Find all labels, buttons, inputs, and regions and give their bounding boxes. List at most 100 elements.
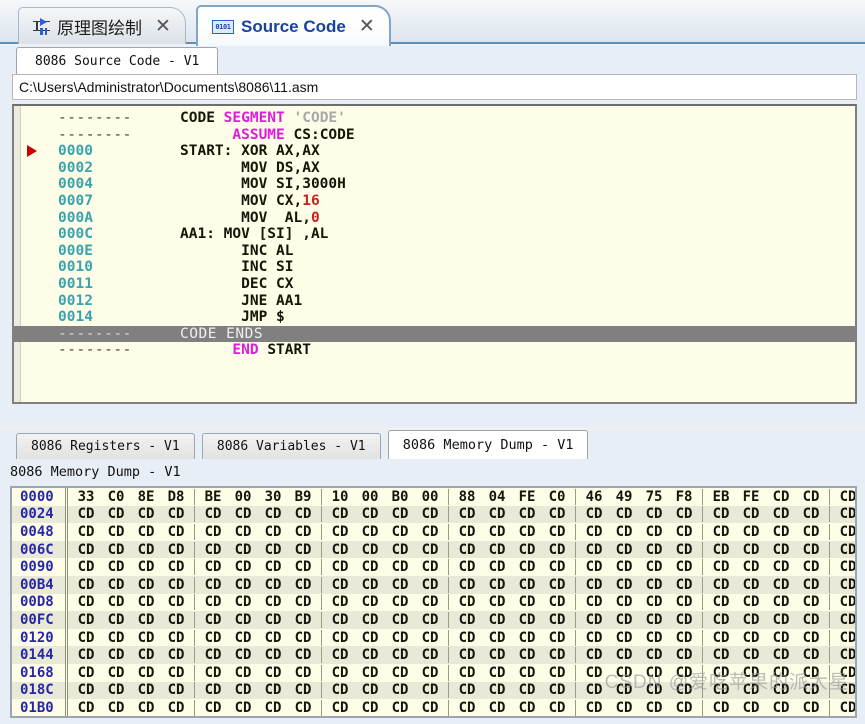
memory-row-bytes[interactable]: CD CD CD CD CD CD CD CD CD CD CD CD CD CD CD CD CD CD CD CD… — [68, 681, 855, 700]
memory-byte[interactable]: CD — [669, 506, 699, 522]
memory-byte[interactable]: CD — [161, 594, 191, 610]
memory-byte[interactable]: CD — [669, 524, 699, 540]
memory-byte[interactable]: CD — [796, 682, 826, 698]
code-line[interactable]: 0002 MOV DS,AX — [14, 160, 855, 177]
memory-byte[interactable]: 88 — [452, 489, 482, 505]
memory-byte[interactable]: CD — [228, 506, 258, 522]
memory-byte[interactable]: 75 — [639, 489, 669, 505]
memory-byte[interactable]: CD — [796, 594, 826, 610]
memory-byte[interactable]: CD — [355, 700, 385, 716]
memory-byte[interactable]: C0 — [101, 489, 131, 505]
memory-byte[interactable]: CD — [512, 647, 542, 663]
memory-byte[interactable]: CD — [833, 682, 855, 698]
code-editor[interactable]: -------- CODE SEGMENT 'CODE' -------- ASSU… — [12, 104, 857, 404]
memory-byte[interactable]: CD — [706, 524, 736, 540]
code-line[interactable]: 0011 DEC CX — [14, 276, 855, 293]
memory-byte[interactable]: CD — [71, 542, 101, 558]
memory-byte[interactable]: CD — [452, 700, 482, 716]
memory-byte[interactable]: 33 — [71, 489, 101, 505]
memory-tab-1[interactable]: 8086 Variables - V1 — [201, 433, 381, 459]
memory-row-bytes[interactable]: CD CD CD CD CD CD CD CD CD CD CD CD CD CD CD CD CD CD CD CD… — [68, 664, 855, 682]
memory-byte[interactable]: CD — [355, 542, 385, 558]
code-line[interactable]: 0000 START: XOR AX,AX — [14, 143, 855, 160]
memory-byte[interactable]: CD — [71, 682, 101, 698]
memory-byte[interactable]: CD — [482, 612, 512, 628]
memory-byte[interactable]: CD — [198, 700, 228, 716]
memory-byte[interactable]: CD — [325, 542, 355, 558]
memory-row-bytes[interactable]: CD CD CD CD CD CD CD CD CD CD CD CD CD CD CD CD CD CD CD CD… — [68, 594, 855, 612]
memory-byte[interactable]: CD — [288, 594, 318, 610]
memory-byte[interactable]: CD — [131, 559, 161, 575]
memory-byte[interactable]: CD — [766, 594, 796, 610]
memory-byte[interactable]: CD — [796, 700, 826, 716]
memory-byte[interactable]: CD — [385, 647, 415, 663]
memory-byte[interactable]: CD — [579, 542, 609, 558]
memory-byte[interactable]: CD — [706, 630, 736, 646]
memory-byte[interactable]: CD — [198, 594, 228, 610]
memory-byte[interactable]: CD — [639, 682, 669, 698]
memory-byte[interactable]: CD — [766, 489, 796, 505]
memory-byte[interactable]: CD — [355, 506, 385, 522]
memory-byte[interactable]: CD — [71, 506, 101, 522]
memory-byte[interactable]: CD — [766, 700, 796, 716]
memory-row-bytes[interactable]: CD CD CD CD CD CD CD CD CD CD CD CD CD CD CD CD CD CD CD CD… — [68, 558, 855, 576]
memory-byte[interactable]: CD — [542, 612, 572, 628]
memory-byte[interactable]: CD — [198, 665, 228, 681]
memory-byte[interactable]: CD — [385, 700, 415, 716]
memory-byte[interactable]: CD — [288, 506, 318, 522]
memory-byte[interactable]: CD — [796, 665, 826, 681]
memory-byte[interactable]: CD — [736, 542, 766, 558]
memory-byte[interactable]: CD — [161, 682, 191, 698]
memory-byte[interactable]: CD — [579, 577, 609, 593]
memory-byte[interactable]: CD — [198, 524, 228, 540]
memory-byte[interactable]: CD — [71, 647, 101, 663]
memory-byte[interactable]: CD — [542, 700, 572, 716]
memory-byte[interactable]: CD — [542, 665, 572, 681]
memory-byte[interactable]: CD — [736, 647, 766, 663]
memory-byte[interactable]: CD — [355, 630, 385, 646]
memory-byte[interactable]: CD — [736, 665, 766, 681]
memory-byte[interactable]: CD — [198, 630, 228, 646]
memory-byte[interactable]: CD — [415, 524, 445, 540]
memory-byte[interactable]: CD — [579, 524, 609, 540]
memory-byte[interactable]: CD — [385, 594, 415, 610]
memory-byte[interactable]: CD — [609, 630, 639, 646]
memory-byte[interactable]: CD — [766, 506, 796, 522]
memory-byte[interactable]: CD — [131, 506, 161, 522]
memory-byte[interactable]: EB — [706, 489, 736, 505]
memory-byte[interactable]: CD — [482, 647, 512, 663]
memory-byte[interactable]: CD — [706, 612, 736, 628]
code-line[interactable]: -------- END START — [14, 342, 855, 359]
memory-byte[interactable]: CD — [736, 700, 766, 716]
memory-byte[interactable]: 49 — [609, 489, 639, 505]
memory-byte[interactable]: CD — [198, 506, 228, 522]
memory-byte[interactable]: CD — [71, 700, 101, 716]
memory-byte[interactable]: CD — [415, 506, 445, 522]
memory-byte[interactable]: CD — [415, 630, 445, 646]
memory-byte[interactable]: CD — [385, 682, 415, 698]
close-icon[interactable]: ✕ — [357, 17, 377, 36]
memory-byte[interactable]: CD — [258, 559, 288, 575]
memory-byte[interactable]: 00 — [415, 489, 445, 505]
memory-byte[interactable]: CD — [639, 542, 669, 558]
memory-byte[interactable]: D8 — [161, 489, 191, 505]
memory-byte[interactable]: CD — [101, 612, 131, 628]
memory-byte[interactable]: CD — [385, 524, 415, 540]
memory-byte[interactable]: CD — [766, 647, 796, 663]
memory-byte[interactable]: CD — [796, 559, 826, 575]
memory-byte[interactable]: CD — [512, 665, 542, 681]
memory-byte[interactable]: CD — [258, 594, 288, 610]
memory-byte[interactable]: CD — [101, 630, 131, 646]
memory-byte[interactable]: CD — [609, 594, 639, 610]
memory-byte[interactable]: CD — [512, 594, 542, 610]
memory-byte[interactable]: CD — [542, 542, 572, 558]
memory-byte[interactable]: CD — [325, 647, 355, 663]
memory-byte[interactable]: CD — [579, 612, 609, 628]
memory-byte[interactable]: CD — [542, 524, 572, 540]
memory-row-bytes[interactable]: CD CD CD CD CD CD CD CD CD CD CD CD CD CD CD CD CD CD CD CD… — [68, 505, 855, 524]
memory-byte[interactable]: CD — [161, 700, 191, 716]
memory-byte[interactable]: CD — [288, 612, 318, 628]
memory-byte[interactable]: CD — [385, 542, 415, 558]
memory-byte[interactable]: CD — [325, 612, 355, 628]
tab-8086-source-code[interactable]: 8086 Source Code - V1 — [16, 47, 219, 74]
